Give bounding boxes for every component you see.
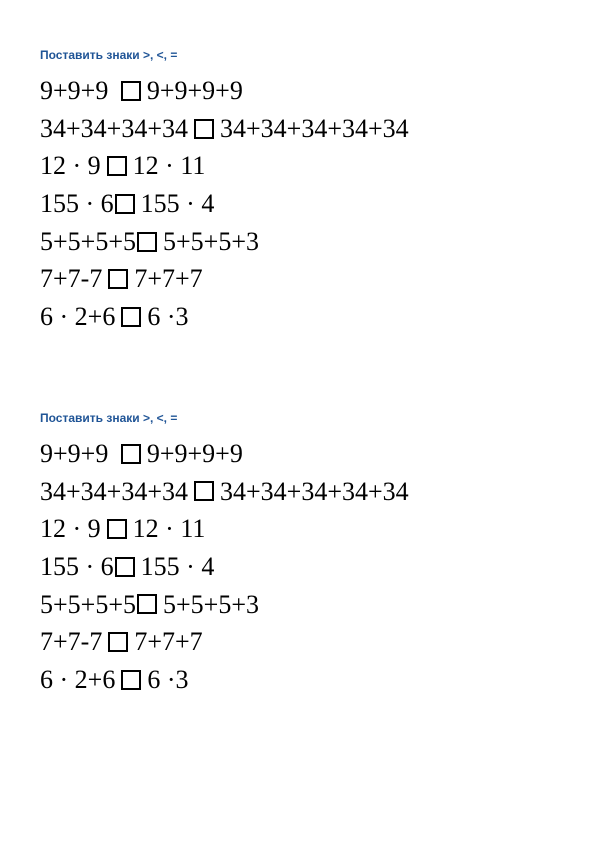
problem-row: 5+5+5+5 5+5+5+3 (40, 586, 555, 624)
problem-row: 34+34+34+34 34+34+34+34+34 (40, 473, 555, 511)
answer-box[interactable] (107, 519, 127, 539)
answer-box[interactable] (121, 670, 141, 690)
left-expression: 9+9+9 (40, 72, 108, 110)
answer-box[interactable] (121, 444, 141, 464)
problem-row: 12 · 9 12 · 11 (40, 510, 555, 548)
answer-box[interactable] (194, 119, 214, 139)
left-expression: 34+34+34+34 (40, 473, 188, 511)
problem-row: 6 · 2+6 6 ·3 (40, 661, 555, 699)
gap-spacer (108, 435, 115, 473)
right-expression: 9+9+9+9 (147, 72, 243, 110)
answer-box[interactable] (108, 632, 128, 652)
left-expression: 6 · 2+6 (40, 298, 115, 336)
right-expression: 155 · 4 (141, 548, 215, 586)
left-expression: 5+5+5+5 (40, 586, 136, 624)
exercise-block: Поставить знаки >, <, = 9+9+9 9+9+9+934+3… (40, 411, 555, 699)
answer-box[interactable] (108, 269, 128, 289)
answer-box[interactable] (115, 557, 135, 577)
left-expression: 34+34+34+34 (40, 110, 188, 148)
right-expression: 5+5+5+3 (163, 223, 259, 261)
answer-box[interactable] (121, 81, 141, 101)
right-expression: 7+7+7 (134, 623, 202, 661)
right-expression: 12 · 11 (133, 147, 206, 185)
right-expression: 12 · 11 (133, 510, 206, 548)
gap-spacer (108, 72, 115, 110)
right-expression: 9+9+9+9 (147, 435, 243, 473)
right-expression: 155 · 4 (141, 185, 215, 223)
problem-row: 155 · 6 155 · 4 (40, 185, 555, 223)
problem-row: 155 · 6 155 · 4 (40, 548, 555, 586)
right-expression: 34+34+34+34+34 (220, 473, 409, 511)
left-expression: 155 · 6 (40, 548, 114, 586)
left-expression: 6 · 2+6 (40, 661, 115, 699)
right-expression: 5+5+5+3 (163, 586, 259, 624)
answer-box[interactable] (115, 194, 135, 214)
left-expression: 7+7-7 (40, 260, 102, 298)
right-expression: 7+7+7 (134, 260, 202, 298)
left-expression: 12 · 9 (40, 147, 101, 185)
exercise-block: Поставить знаки >, <, = 9+9+9 9+9+9+934+3… (40, 48, 555, 336)
left-expression: 155 · 6 (40, 185, 114, 223)
left-expression: 5+5+5+5 (40, 223, 136, 261)
right-expression: 6 ·3 (147, 298, 188, 336)
answer-box[interactable] (137, 232, 157, 252)
problem-row: 34+34+34+34 34+34+34+34+34 (40, 110, 555, 148)
problem-row: 12 · 9 12 · 11 (40, 147, 555, 185)
problem-row: 9+9+9 9+9+9+9 (40, 72, 555, 110)
exercise-title: Поставить знаки >, <, = (40, 411, 555, 425)
answer-box[interactable] (121, 307, 141, 327)
problem-row: 7+7-7 7+7+7 (40, 623, 555, 661)
right-expression: 6 ·3 (147, 661, 188, 699)
problem-row: 6 · 2+6 6 ·3 (40, 298, 555, 336)
left-expression: 12 · 9 (40, 510, 101, 548)
problem-row: 9+9+9 9+9+9+9 (40, 435, 555, 473)
answer-box[interactable] (194, 481, 214, 501)
problem-row: 7+7-7 7+7+7 (40, 260, 555, 298)
left-expression: 7+7-7 (40, 623, 102, 661)
right-expression: 34+34+34+34+34 (220, 110, 409, 148)
answer-box[interactable] (107, 156, 127, 176)
answer-box[interactable] (137, 594, 157, 614)
exercise-title: Поставить знаки >, <, = (40, 48, 555, 62)
left-expression: 9+9+9 (40, 435, 108, 473)
problem-row: 5+5+5+5 5+5+5+3 (40, 223, 555, 261)
